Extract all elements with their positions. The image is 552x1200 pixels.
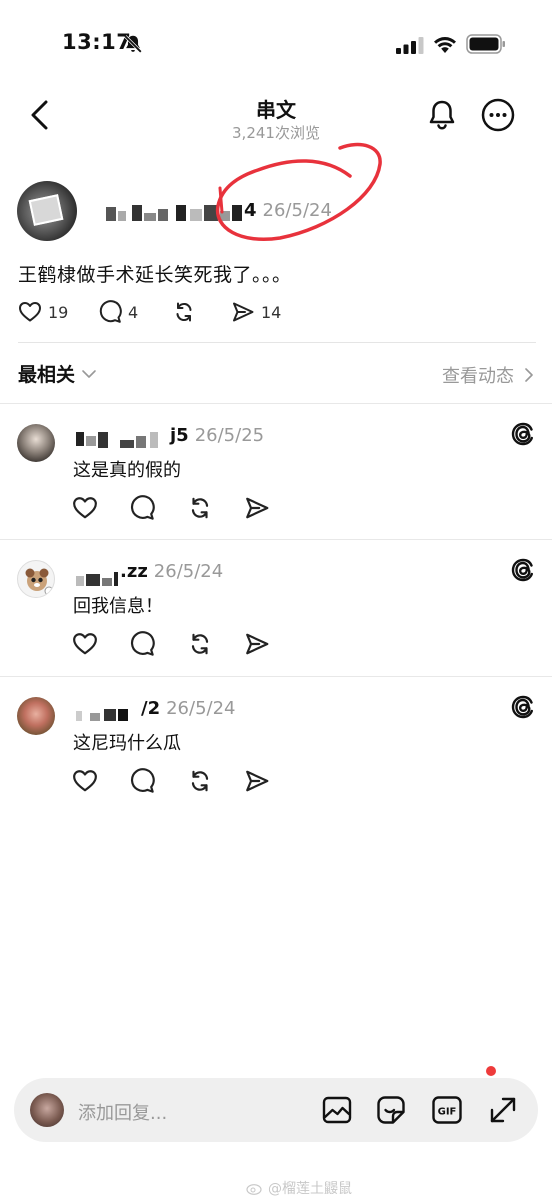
- post-meta: 4 26/5/24: [244, 200, 332, 221]
- reply-body: 这是真的假的: [73, 460, 181, 481]
- reply-actions: [72, 768, 292, 794]
- share-button[interactable]: 14: [231, 299, 281, 325]
- repost-icon: [176, 302, 192, 322]
- heart-icon[interactable]: [72, 631, 98, 657]
- reply-avatar[interactable]: [17, 424, 55, 462]
- status-bar: 13:17: [0, 0, 552, 90]
- send-icon[interactable]: [244, 631, 270, 657]
- repost-button[interactable]: [172, 299, 196, 325]
- reply-date: 26/5/24: [166, 698, 236, 719]
- image-icon[interactable]: [322, 1095, 352, 1125]
- share-count: 14: [261, 302, 282, 322]
- reply-date: 26/5/25: [194, 425, 265, 446]
- threads-logo-icon[interactable]: [510, 694, 536, 720]
- reply-composer[interactable]: 添加回复... GIF: [14, 1078, 538, 1142]
- reply-author-handle[interactable]: /2: [141, 698, 160, 719]
- heart-icon: [19, 302, 41, 322]
- comment-bubble-icon[interactable]: [129, 495, 155, 521]
- comment-button[interactable]: 4: [98, 299, 138, 325]
- reply-actions: [72, 495, 292, 521]
- send-icon[interactable]: [244, 495, 270, 521]
- post-author-name-redacted: [106, 205, 242, 221]
- my-avatar: [30, 1093, 64, 1127]
- reply-body: 回我信息！: [73, 596, 163, 617]
- reply-input-placeholder[interactable]: 添加回复...: [78, 1099, 167, 1125]
- watermark: @榴莲土鼹鼠: [246, 1178, 352, 1198]
- comment-bubble-icon[interactable]: [129, 768, 155, 794]
- more-options-icon[interactable]: [481, 98, 515, 132]
- reply-date: 26/5/24: [153, 561, 224, 582]
- status-time: 13:17: [62, 30, 132, 54]
- repost-icon[interactable]: [187, 631, 213, 657]
- reply-meta: .zz 26/5/24: [120, 561, 223, 582]
- reply-avatar[interactable]: [17, 697, 55, 735]
- reply-meta: /2 26/5/24: [141, 698, 236, 719]
- threads-logo-icon[interactable]: [510, 557, 536, 583]
- reply-actions: [72, 631, 292, 657]
- reply-author-handle[interactable]: .zz: [120, 561, 148, 582]
- gif-icon[interactable]: GIF: [432, 1095, 462, 1125]
- chevron-down-icon: [82, 369, 96, 378]
- battery-icon: [466, 34, 505, 54]
- chevron-right-icon: [525, 368, 533, 382]
- threads-logo-icon[interactable]: [510, 421, 536, 447]
- reply-item: j5 26/5/25 这是真的假的: [0, 404, 552, 538]
- reply-item: .zz 26/5/24 回我信息！: [0, 540, 552, 674]
- view-count: 3,241次浏览: [232, 124, 320, 142]
- heart-icon[interactable]: [72, 768, 98, 794]
- reply-author-handle[interactable]: j5: [170, 425, 189, 446]
- comment-count: 4: [128, 302, 139, 322]
- view-activity-link[interactable]: 查看动态: [442, 362, 536, 388]
- view-activity-label: 查看动态: [442, 366, 514, 387]
- like-button[interactable]: 19: [18, 299, 68, 325]
- weibo-logo-icon: [246, 1184, 262, 1195]
- like-count: 19: [48, 302, 69, 322]
- reply-author-name-redacted: [76, 572, 118, 586]
- notification-bell-icon[interactable]: [426, 98, 458, 132]
- expand-icon[interactable]: [488, 1095, 518, 1125]
- top-nav: 串文 3,241次浏览: [0, 88, 552, 150]
- reply-body: 这尼玛什么瓜: [73, 733, 181, 754]
- watermark-text: @榴莲土鼹鼠: [268, 1181, 352, 1197]
- send-icon[interactable]: [244, 768, 270, 794]
- sort-label: 最相关: [18, 364, 76, 386]
- sticker-icon[interactable]: [376, 1095, 406, 1125]
- reply-item: /2 26/5/24 这尼玛什么瓜: [0, 677, 552, 811]
- gif-label: GIF: [438, 1107, 457, 1118]
- send-icon: [233, 302, 254, 322]
- reply-meta: j5 26/5/25: [170, 425, 264, 446]
- divider: [18, 342, 536, 343]
- heart-icon[interactable]: [72, 495, 98, 521]
- post-body: 王鹤棣做手术延长笑死我了。。。: [18, 264, 292, 286]
- wifi-icon: [434, 37, 456, 53]
- repost-icon[interactable]: [187, 768, 213, 794]
- comment-bubble-icon: [99, 300, 122, 323]
- sort-dropdown[interactable]: 最相关: [18, 360, 97, 387]
- repost-icon[interactable]: [187, 495, 213, 521]
- post-author-avatar[interactable]: [17, 181, 77, 241]
- reply-avatar[interactable]: [17, 560, 55, 598]
- comment-bubble-icon[interactable]: [129, 631, 155, 657]
- post-date: 26/5/24: [262, 200, 332, 221]
- page-title: 串文: [256, 98, 296, 122]
- cellular-signal-icon: [396, 37, 424, 54]
- mute-bell-icon: [124, 35, 142, 53]
- post-author-handle[interactable]: 4: [244, 200, 257, 221]
- reply-author-name-redacted: [76, 432, 158, 448]
- reply-author-name-redacted: [76, 709, 128, 721]
- red-dot-marker: [486, 1066, 496, 1076]
